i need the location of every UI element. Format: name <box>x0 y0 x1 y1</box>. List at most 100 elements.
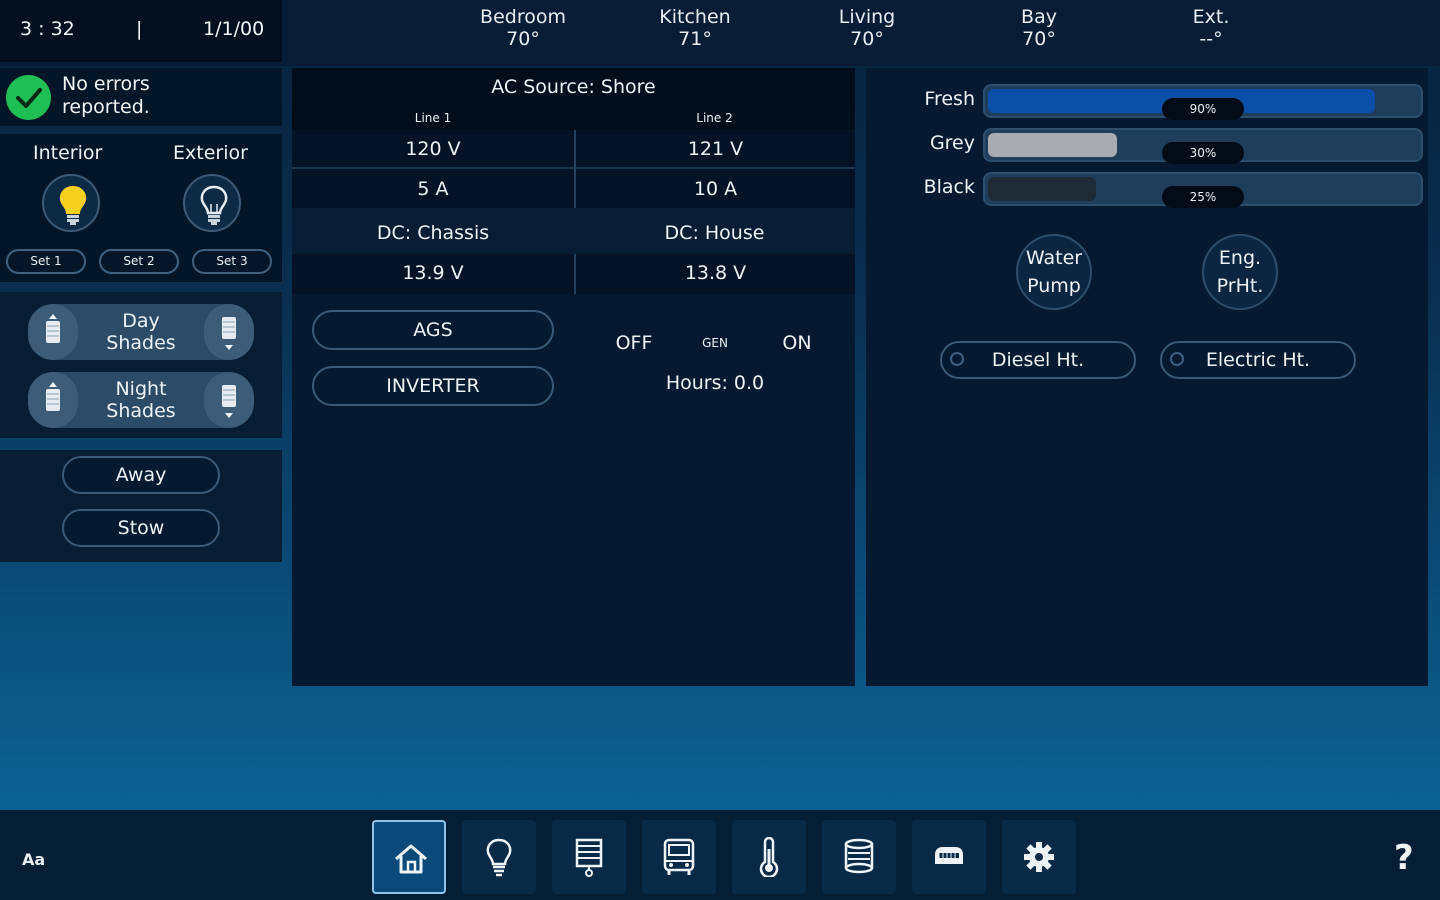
clock-time: 3 : 32 <box>20 18 75 40</box>
nav-generator-button[interactable] <box>912 820 986 894</box>
shades-icon <box>575 838 603 877</box>
help-button[interactable]: ? <box>1394 838 1414 878</box>
water-pump-label-line: Water <box>1025 247 1083 269</box>
line1-voltage: 120 V <box>405 138 461 160</box>
generator-on-button[interactable]: ON <box>758 332 836 354</box>
night-shades-control: Night Shades <box>28 372 254 428</box>
zone-name: Bedroom <box>480 6 566 28</box>
line2-current: 10 A <box>693 178 738 200</box>
day-shades-control: Day Shades <box>28 304 254 360</box>
night-shades-up-button[interactable] <box>28 372 78 428</box>
nav-vehicle-button[interactable] <box>642 820 716 894</box>
shade-label-line: Shades <box>106 400 176 422</box>
indicator-dot-icon <box>950 352 964 366</box>
diesel-heat-button[interactable]: Diesel Ht. <box>940 341 1136 379</box>
tank-icon <box>844 838 874 874</box>
gear-icon <box>1024 842 1054 872</box>
exterior-label: Exterior <box>173 142 248 164</box>
engine-preheat-button[interactable]: Eng. PrHt. <box>1202 234 1278 310</box>
shade-down-icon <box>222 385 236 418</box>
exterior-light-button[interactable] <box>183 174 241 232</box>
bottom-nav-bar <box>0 810 1440 900</box>
nav-settings-button[interactable] <box>1002 820 1076 894</box>
line2-label: Line 2 <box>696 111 733 125</box>
diesel-heat-label: Diesel Ht. <box>991 349 1085 371</box>
away-button[interactable]: Away <box>62 456 220 494</box>
tank-black-fill <box>988 177 1096 201</box>
status-line-2: reported. <box>62 96 150 118</box>
day-shades-up-button[interactable] <box>28 304 78 360</box>
shade-up-icon <box>46 382 60 411</box>
day-shades-down-button[interactable] <box>204 304 254 360</box>
tank-fresh-percent: 90% <box>1162 98 1244 120</box>
ags-button[interactable]: AGS <box>312 310 554 350</box>
zone-name: Living <box>838 6 896 28</box>
nav-climate-button[interactable] <box>732 820 806 894</box>
engine-preheat-label-line: PrHt. <box>1216 275 1264 297</box>
day-shades-label[interactable]: Day Shades <box>86 310 196 354</box>
zone-temp: --° <box>1199 28 1223 50</box>
interior-light-button[interactable] <box>42 174 100 232</box>
generator-icon <box>935 847 963 864</box>
zone-kitchen[interactable]: Kitchen 71° <box>630 6 760 50</box>
vehicle-icon <box>663 838 695 875</box>
zone-bedroom[interactable]: Bedroom 70° <box>458 6 588 50</box>
line1-current: 5 A <box>417 178 449 200</box>
dc-house-label: DC: House <box>664 222 765 244</box>
dc-house-value: 13.8 V <box>684 262 747 284</box>
zone-name: Kitchen <box>659 6 731 28</box>
lightbulb-on-icon <box>59 185 87 225</box>
electric-heat-button[interactable]: Electric Ht. <box>1160 341 1356 379</box>
nav-shades-button[interactable] <box>552 820 626 894</box>
tank-grey-percent: 30% <box>1162 142 1244 164</box>
tank-grey-fill <box>988 133 1117 157</box>
generator-hours: Hours: 0.0 <box>665 372 765 394</box>
line2-voltage: 121 V <box>687 138 744 160</box>
line1-label: Line 1 <box>414 111 452 125</box>
status-message: No errors reported. <box>62 73 262 119</box>
nav-home-button[interactable] <box>372 820 446 894</box>
interior-label: Interior <box>33 142 103 164</box>
zone-exterior[interactable]: Ext. --° <box>1146 6 1276 50</box>
dc-chassis-value: 13.9 V <box>402 262 464 284</box>
light-set-3-button[interactable]: Set 3 <box>192 249 272 274</box>
light-set-1-button[interactable]: Set 1 <box>6 249 86 274</box>
lightbulb-icon <box>486 838 512 877</box>
ac-source-label: AC Source: Shore <box>491 76 656 98</box>
inverter-button[interactable]: INVERTER <box>312 366 554 406</box>
status-line-1: No errors <box>62 73 150 95</box>
electric-heat-label: Electric Ht. <box>1205 349 1311 371</box>
font-size-toggle[interactable]: Aa <box>22 850 45 869</box>
zone-temp: 71° <box>678 28 712 50</box>
zone-temp: 70° <box>1022 28 1056 50</box>
tank-black-percent: 25% <box>1162 186 1244 208</box>
stow-button[interactable]: Stow <box>62 509 220 547</box>
tank-black-label: Black <box>923 176 975 198</box>
tank-grey-label: Grey <box>929 132 975 154</box>
night-shades-label[interactable]: Night Shades <box>86 378 196 422</box>
lightbulb-off-icon <box>200 185 228 225</box>
thermometer-icon <box>759 837 779 877</box>
zone-bay[interactable]: Bay 70° <box>974 6 1104 50</box>
home-icon <box>395 844 427 874</box>
tank-fresh-label: Fresh <box>924 88 975 110</box>
night-shades-down-button[interactable] <box>204 372 254 428</box>
zone-name: Bay <box>1021 6 1057 28</box>
shade-label-line: Night <box>115 378 167 400</box>
zone-temp: 70° <box>850 28 884 50</box>
shade-up-icon <box>46 314 60 343</box>
zone-temp: 70° <box>506 28 540 50</box>
shade-label-line: Day <box>122 310 160 332</box>
nav-tanks-button[interactable] <box>822 820 896 894</box>
water-pump-button[interactable]: Water Pump <box>1016 234 1092 310</box>
light-set-2-button[interactable]: Set 2 <box>99 249 179 274</box>
clock-separator: | <box>136 18 143 40</box>
zone-name: Ext. <box>1192 6 1230 28</box>
nav-lights-button[interactable] <box>462 820 536 894</box>
status-check-icon <box>6 75 51 120</box>
indicator-dot-icon <box>1170 352 1184 366</box>
water-pump-label-line: Pump <box>1027 275 1081 297</box>
generator-off-button[interactable]: OFF <box>596 332 672 354</box>
generator-label: GEN <box>702 336 728 350</box>
zone-living[interactable]: Living 70° <box>802 6 932 50</box>
